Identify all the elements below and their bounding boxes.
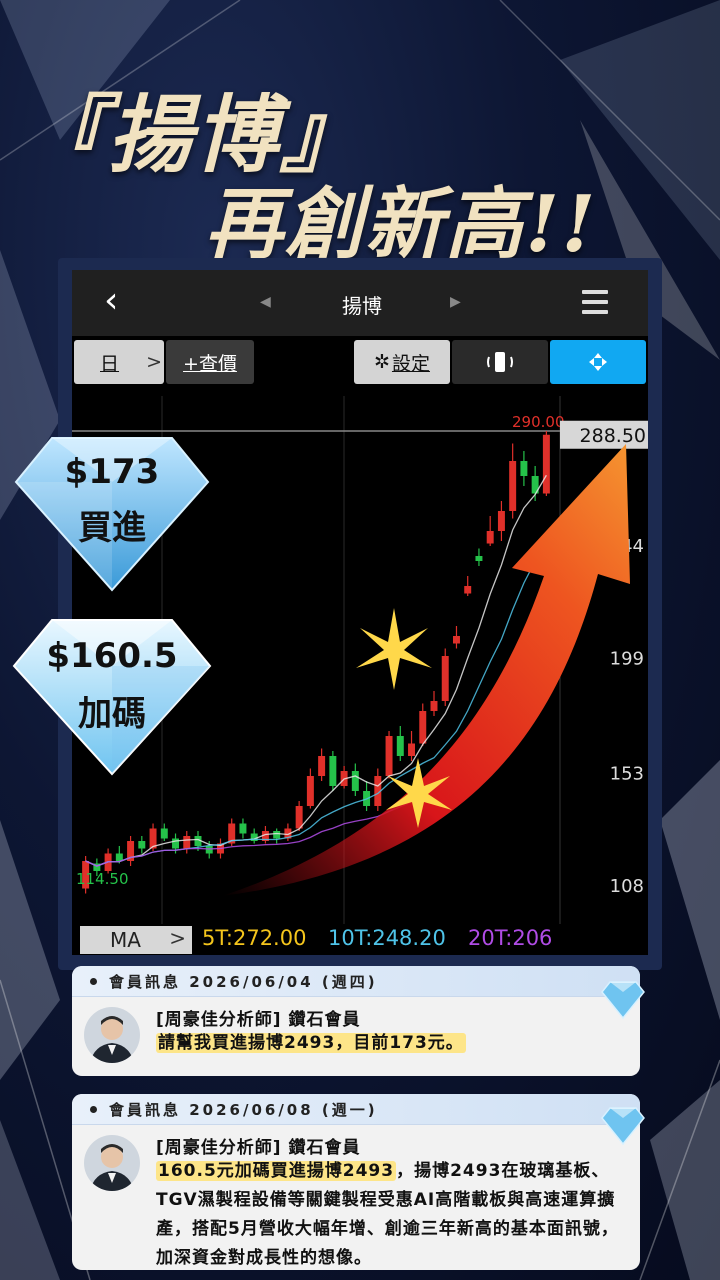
stock-app-screen: ‹ ◀ 揚博 ▶ 日 > +查價 ✲ 設定 244 199 153 108 29… [72, 270, 648, 955]
message-text: 請幫我買進揚博2493，目前173元。 [156, 1029, 466, 1058]
ma-label: MA [110, 928, 141, 952]
card-header-text: 會員訊息 2026/06/04 (週四) [109, 972, 378, 991]
candle [329, 756, 337, 786]
message-text: 160.5元加碼買進揚博2493 ，揚博2493在玻璃基板、TGV濕製程設備等關鍵… [156, 1157, 626, 1270]
candle [464, 586, 472, 594]
y-tick-label: 244 [610, 536, 644, 557]
analyst-avatar [84, 1007, 140, 1063]
candle [396, 736, 404, 756]
author-line: [周豪佳分析師] 鑽石會員 [156, 1138, 361, 1158]
ma-10t-value: 10T:248.20 [328, 926, 446, 950]
prev-stock-triangle-icon[interactable]: ◀ [260, 294, 271, 310]
candle [318, 756, 326, 776]
candle [419, 711, 427, 744]
period-selector[interactable]: 日 > [74, 340, 164, 384]
analyst-avatar [84, 1135, 140, 1191]
ma-selector[interactable]: MA > [80, 926, 192, 954]
candle [172, 838, 180, 849]
candle [385, 736, 393, 776]
highlight-text: 請幫我買進揚博2493，目前173元。 [156, 1033, 466, 1053]
chart-toolbar: 日 > +查價 ✲ 設定 [72, 336, 648, 396]
add-price-badge: $160.5 加碼 [12, 616, 212, 776]
collapse-arrows-icon [589, 353, 607, 371]
gear-icon: ✲ [374, 351, 390, 373]
settings-label: 設定 [391, 352, 430, 375]
card-header-text: 會員訊息 2026/06/08 (週一) [109, 1100, 378, 1119]
candle [452, 636, 460, 644]
candle [183, 836, 191, 849]
ma-5t-value: 5T:272.00 [202, 926, 307, 950]
member-message-card: 會員訊息 2026/06/08 (週一) [周豪佳分析師] 鑽石會員 160.5… [72, 1094, 640, 1270]
buy-label: 買進 [78, 508, 146, 548]
candle [115, 853, 123, 861]
ma-legend-bar: MA > 5T:272.00 10T:248.20 20T:206 [72, 924, 648, 955]
candle [295, 806, 303, 829]
low-price-marker: 114.50 [76, 870, 129, 888]
chevron-right-icon: > [169, 926, 186, 950]
author-line: [周豪佳分析師] 鑽石會員 [156, 1010, 361, 1030]
quote-label: +查價 [183, 352, 237, 375]
fullscreen-button[interactable] [550, 340, 646, 384]
member-message-card: 會員訊息 2026/06/04 (週四) [周豪佳分析師] 鑽石會員 請幫我買進… [72, 966, 640, 1076]
candle [351, 771, 359, 791]
card-header: 會員訊息 2026/06/04 (週四) [72, 966, 640, 997]
y-tick-label: 199 [610, 649, 644, 670]
candle [430, 701, 438, 711]
ma-20t-value: 20T:206 [468, 926, 553, 950]
candle [273, 831, 281, 839]
headline: 『揚博』 再創新高!! [0, 50, 720, 280]
chevron-right-icon: > [146, 351, 162, 373]
period-label: 日 [100, 352, 120, 375]
candle [306, 776, 314, 806]
candle [441, 656, 449, 701]
y-tick-label: 108 [610, 876, 644, 897]
hamburger-icon[interactable] [582, 290, 608, 314]
buy-price: $173 [64, 452, 160, 492]
quote-button[interactable]: +查價 [166, 340, 254, 384]
add-label: 加碼 [78, 694, 146, 734]
y-tick-label: 153 [610, 764, 644, 785]
buy-price-badge: $173 買進 [14, 434, 210, 594]
high-price-marker: 290.00 [512, 413, 565, 431]
candle [542, 434, 550, 494]
candle [509, 461, 517, 511]
diamond-icon [601, 1107, 645, 1146]
candle [239, 823, 247, 834]
stock-title: 揚博 [342, 294, 382, 318]
highlight-text: 160.5元加碼買進揚博2493 [156, 1161, 397, 1181]
bullet-icon [90, 1105, 97, 1113]
candle [475, 556, 483, 561]
diamond-icon [601, 981, 645, 1020]
add-price: $160.5 [46, 636, 178, 676]
candle [408, 743, 416, 756]
settings-button[interactable]: ✲ 設定 [354, 340, 450, 384]
candle [520, 461, 528, 476]
app-topbar: ‹ ◀ 揚博 ▶ [72, 270, 648, 336]
candle [497, 511, 505, 531]
bullet-icon [90, 977, 97, 985]
rotate-screen-button[interactable] [452, 340, 548, 384]
rotate-phone-icon [487, 352, 513, 372]
card-header: 會員訊息 2026/06/08 (週一) [72, 1094, 640, 1125]
last-price-label: 288.50 [580, 425, 646, 447]
candle [205, 846, 213, 854]
next-stock-triangle-icon[interactable]: ▶ [450, 294, 461, 310]
candle [138, 841, 146, 849]
candle [160, 828, 168, 839]
candle [486, 531, 494, 544]
back-chevron-icon[interactable]: ‹ [104, 280, 118, 321]
